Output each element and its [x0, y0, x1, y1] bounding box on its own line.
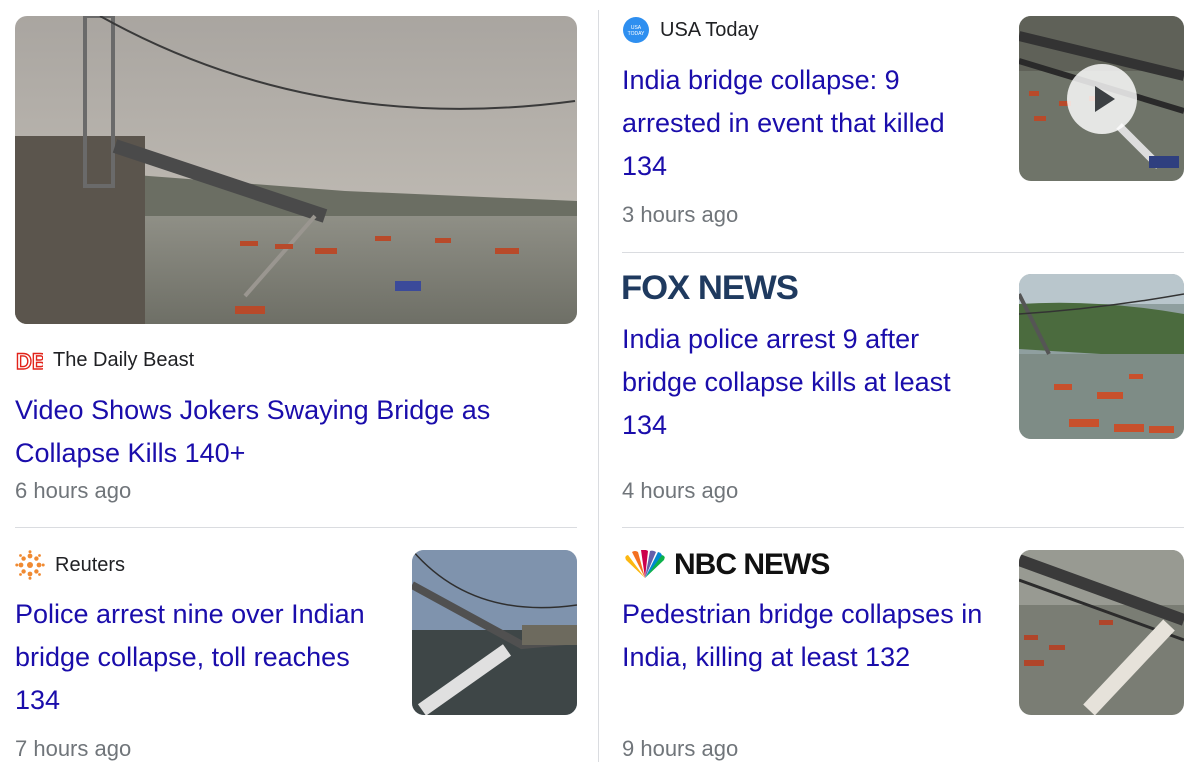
- article-headline[interactable]: Video Shows Jokers Swaying Bridge as Col…: [15, 389, 575, 475]
- play-icon: [1094, 85, 1115, 112]
- nbc-news-wordmark: NBC NEWS: [674, 548, 830, 581]
- article-timestamp: 3 hours ago: [622, 202, 739, 227]
- news-card-daily-beast[interactable]: DB The Daily Beast Video Shows Jokers Sw…: [0, 0, 598, 527]
- article-image[interactable]: [412, 550, 577, 715]
- article-timestamp: 9 hours ago: [622, 736, 739, 761]
- daily-beast-logo-icon: DB: [15, 347, 43, 373]
- article-headline[interactable]: India police arrest 9 after bridge colla…: [622, 318, 992, 447]
- column-divider: [598, 10, 599, 762]
- source-name: Reuters: [55, 553, 126, 576]
- article-timestamp: 6 hours ago: [15, 478, 132, 503]
- news-card-nbc-news[interactable]: NBC NEWS Pedestrian bridge collapses in …: [600, 528, 1200, 773]
- article-headline[interactable]: Police arrest nine over Indian bridge co…: [15, 593, 395, 722]
- source-name: The Daily Beast: [53, 348, 195, 371]
- article-image[interactable]: [1019, 550, 1184, 715]
- usa-today-logo-icon: USA TODAY: [622, 16, 650, 44]
- svg-text:TODAY: TODAY: [628, 31, 645, 37]
- article-timestamp: 4 hours ago: [622, 478, 739, 503]
- article-image[interactable]: [1019, 274, 1184, 439]
- nbc-peacock-icon: [622, 550, 668, 580]
- article-image[interactable]: [15, 16, 577, 324]
- source-name: USA Today: [660, 18, 759, 41]
- fox-news-logo: FOX NEWS: [621, 269, 799, 307]
- play-button[interactable]: [1066, 63, 1137, 134]
- svg-text:DB: DB: [16, 349, 43, 373]
- reuters-logo-icon: [15, 550, 45, 580]
- news-card-usa-today[interactable]: USA TODAY USA Today India bridge collaps…: [600, 0, 1200, 252]
- article-headline[interactable]: India bridge collapse: 9 arrested in eve…: [622, 59, 992, 188]
- video-thumbnail[interactable]: [1019, 16, 1184, 181]
- article-timestamp: 7 hours ago: [15, 736, 132, 761]
- news-card-reuters[interactable]: Reuters Police arrest nine over Indian b…: [0, 528, 598, 773]
- nbc-news-logo: NBC NEWS: [622, 548, 830, 582]
- article-headline[interactable]: Pedestrian bridge collapses in India, ki…: [622, 593, 992, 679]
- news-card-fox-news[interactable]: FOX NEWS India police arrest 9 after bri…: [600, 253, 1200, 527]
